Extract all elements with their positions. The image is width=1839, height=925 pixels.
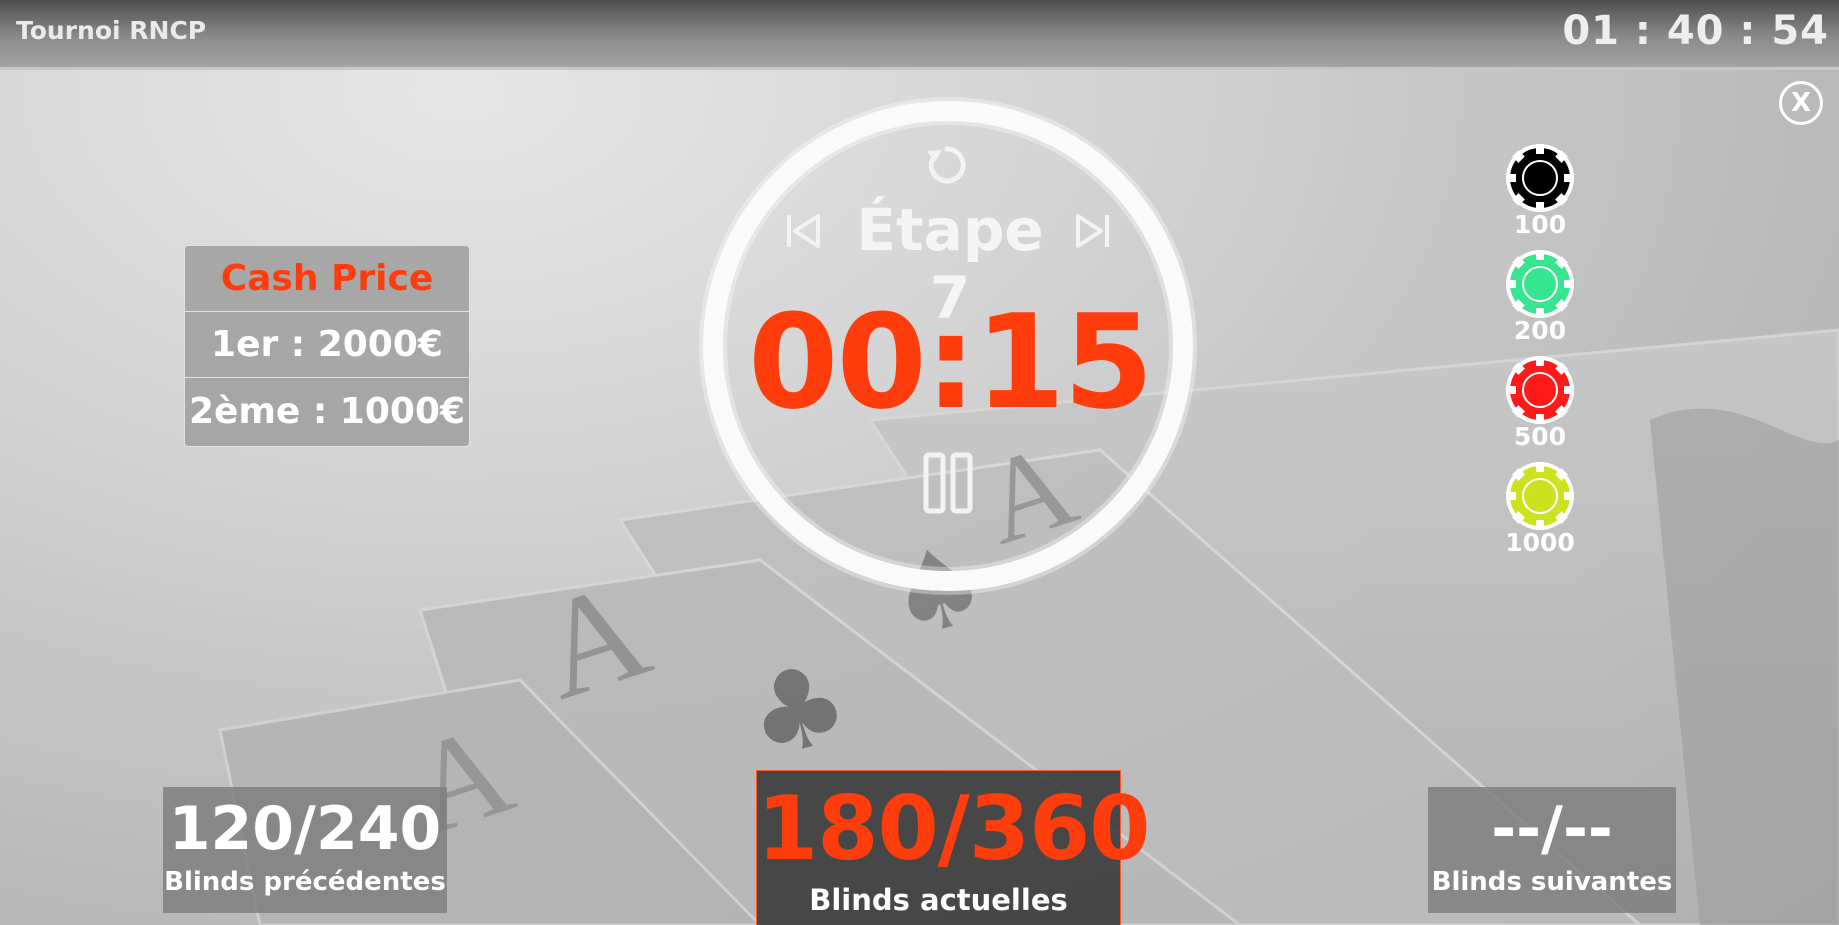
next-stage-icon[interactable] <box>1074 210 1112 252</box>
current-blinds-value: 180/360 <box>757 777 1151 880</box>
next-blinds-panel: --/-- Blinds suivantes <box>1428 787 1676 913</box>
previous-stage-icon[interactable] <box>784 210 822 252</box>
cash-price-second: 2ème : 1000€ <box>188 390 466 432</box>
app-title: Tournoi RNCP <box>16 16 207 45</box>
chip-icon <box>1506 462 1574 530</box>
chip-icon <box>1506 144 1574 212</box>
top-bar: Tournoi RNCP 01 : 40 : 54 <box>0 0 1839 70</box>
close-button[interactable]: X <box>1779 81 1823 125</box>
chip-value: 500 <box>1513 422 1567 451</box>
previous-blinds-value: 120/240 <box>168 794 442 864</box>
pause-icon[interactable] <box>922 452 974 514</box>
next-blinds-label: Blinds suivantes <box>1431 867 1673 897</box>
previous-blinds-panel: 120/240 Blinds précédentes <box>163 787 447 913</box>
next-blinds-value: --/-- <box>1491 794 1613 864</box>
chip-icon <box>1506 250 1574 318</box>
previous-blinds-label: Blinds précédentes <box>164 867 446 897</box>
current-blinds-label: Blinds actuelles <box>809 883 1068 917</box>
close-icon: X <box>1790 88 1812 118</box>
chip-200: 200 <box>1500 246 1580 352</box>
tournament-clock: 01 : 40 : 54 <box>1562 8 1829 54</box>
current-blinds-panel: 180/360 Blinds actuelles <box>756 770 1151 925</box>
chip-icon <box>1506 356 1574 424</box>
chip-100: 100 <box>1500 140 1580 246</box>
chip-value: 1000 <box>1505 528 1575 557</box>
chip-1000: 1000 <box>1500 458 1580 564</box>
chip-value: 100 <box>1513 210 1567 239</box>
cash-price-first: 1er : 2000€ <box>185 312 469 378</box>
reset-icon[interactable] <box>922 140 972 190</box>
cash-price-panel: Cash Price 1er : 2000€ 2ème : 1000€ <box>184 245 470 447</box>
cash-price-title: Cash Price <box>185 246 469 312</box>
countdown-timer: 00:15 <box>748 286 1154 438</box>
chip-500: 500 <box>1500 352 1580 458</box>
chip-legend: 100 200 500 1000 <box>1500 140 1580 564</box>
chip-value: 200 <box>1513 316 1567 345</box>
